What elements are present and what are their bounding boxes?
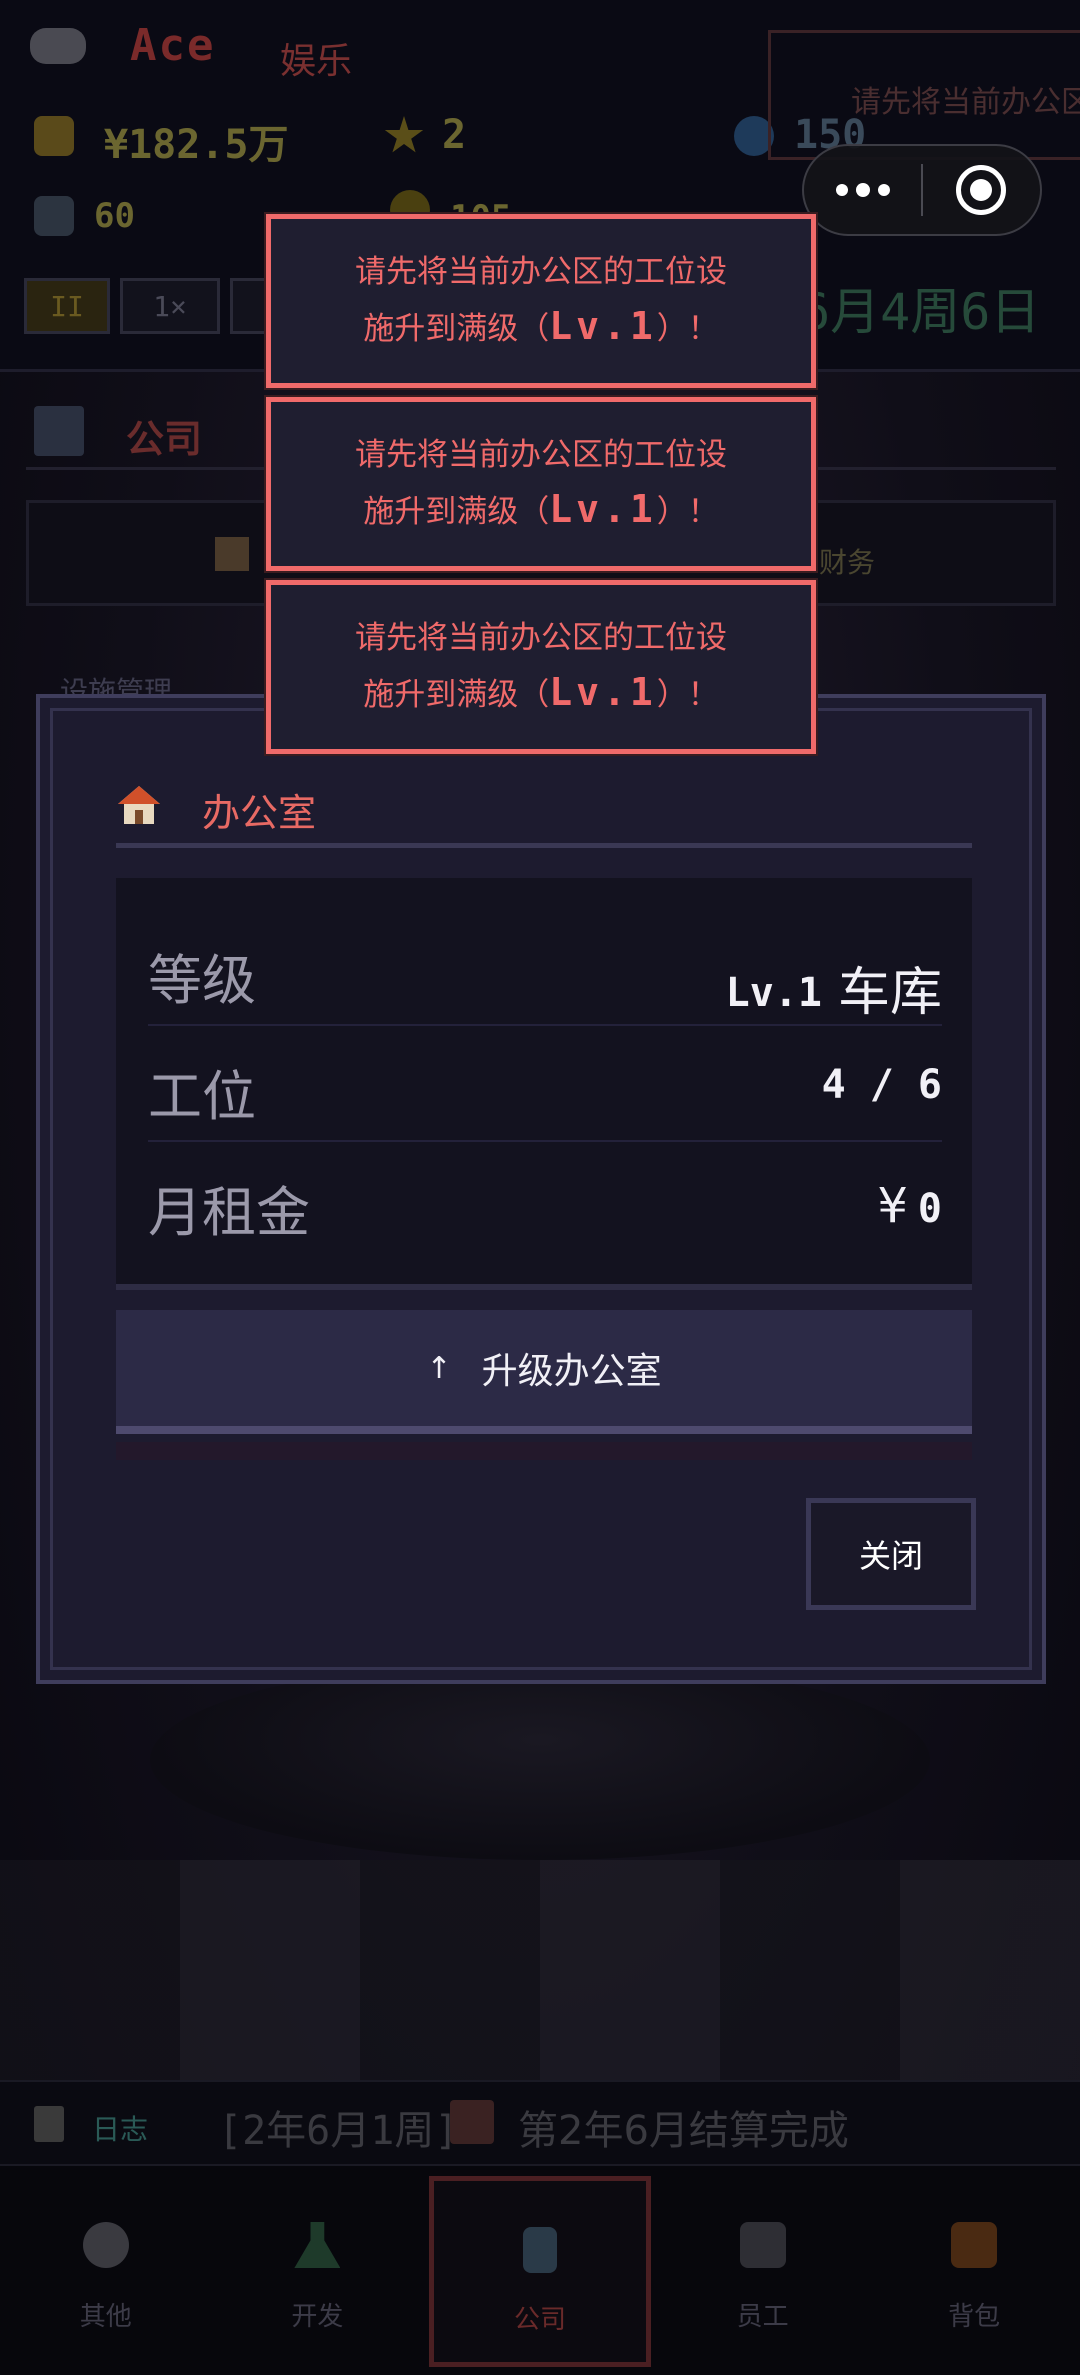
checker-floor [0,1860,1080,2080]
toast-level: Lv.1 [549,487,657,531]
upgrade-label: 升级办公室 [481,1351,662,1392]
arrow-up-icon: ↑ [426,1350,452,1386]
toast-line2-suffix: ）！ [656,311,719,347]
tab-label: 背包 [948,2302,1001,2332]
brand-subtitle: 娱乐 [280,41,353,82]
rent-label: 月租金 [148,1181,310,1244]
target-icon[interactable] [923,146,1040,234]
toast-level: Lv.1 [549,304,657,348]
tools-value: 60 [94,196,135,236]
toast-line2-prefix: 施升到满级（ [363,677,550,713]
toast-level: Lv.1 [549,670,657,714]
subnav-finance[interactable]: 财务 [819,541,875,581]
tab-other[interactable]: 其他 [0,2166,212,2375]
upgrade-office-button[interactable]: ↑ 升级办公室 [116,1310,972,1434]
rent-value-wrap: ¥0 [877,1178,942,1234]
toast-line1: 请先将当前办公区的工位设 [355,254,727,290]
toast-line2-prefix: 施升到满级（ [363,311,550,347]
game-date: 6月4周6日 [800,283,1041,341]
stage-platform [150,1660,930,1860]
building-icon [522,2227,557,2273]
tab-label: 开发 [291,2302,344,2332]
log-time: [2年6月1周] [218,2108,459,2154]
currency-symbol: ¥ [877,1178,908,1234]
toast-message: 请先将当前办公区的工位设 施升到满级（Lv.1）！ [266,580,816,754]
calendar-icon [450,2100,494,2144]
more-dots-icon[interactable] [804,146,921,234]
level-row: 等级 Lv.1 车库 [148,910,942,1026]
upgrade-button-shadow [116,1442,972,1460]
workstation-label: 工位 [148,1065,256,1128]
level-value: Lv.1 [725,970,822,1016]
miniprogram-capsule [802,144,1042,236]
company-title: 公司 [126,417,203,461]
tab-label: 其他 [79,2302,132,2332]
toast-message: 请先将当前办公区的工位设 施升到满级（Lv.1）！ [266,214,816,388]
level-value-wrap: Lv.1 车库 [725,946,942,1023]
speed-1x-button[interactable]: 1× [120,278,220,334]
toast-message: 请先将当前办公区的工位设 施升到满级（Lv.1）！ [266,397,816,571]
rent-row: 月租金 ¥0 [148,1142,942,1258]
tab-company[interactable]: 公司 [429,2176,651,2367]
backpack-icon [951,2222,998,2268]
house-icon[interactable] [215,537,249,571]
toast-line2: 施升到满级（Lv.1）！ [271,299,811,356]
rent-value: 0 [917,1186,942,1232]
office-info-panel: 等级 Lv.1 车库 工位 4 / 6 月租金 ¥0 [116,878,972,1290]
clipboard-icon [34,2106,64,2142]
toast-line1: 请先将当前办公区的工位设 [355,620,727,656]
stars-value: 2 [442,112,467,158]
gamepad-icon [30,28,86,64]
toast-line2: 施升到满级（Lv.1）！ [271,665,811,722]
money-bag-icon [34,116,74,156]
star-icon [384,116,424,153]
staff-icon [739,2222,786,2268]
tab-staff[interactable]: 员工 [657,2166,869,2375]
toast-line2: 施升到满级（Lv.1）！ [271,482,811,539]
workstation-value: 4 / 6 [821,1062,942,1108]
workstation-row: 工位 4 / 6 [148,1026,942,1142]
money-value: ¥182.5万 [104,122,289,168]
building-icon [34,406,84,456]
close-button[interactable]: 关闭 [806,1498,976,1610]
gear-icon [82,2222,129,2268]
level-name: 车库 [837,963,942,1023]
tab-label: 员工 [736,2302,789,2332]
pause-button[interactable]: II [24,278,110,334]
modal-title: 办公室 [202,791,317,835]
tab-backpack[interactable]: 背包 [868,2166,1080,2375]
log-bar[interactable]: 日志 [2年6月1周] 第2年6月结算完成 [0,2080,1080,2166]
app-root: Ace 娱乐 ¥182.5万 2 150 60 105 II 1× 2 6月4周… [0,0,1080,2375]
tab-label: 公司 [513,2305,566,2335]
log-message: 第2年6月结算完成 [518,2108,849,2154]
brand-logo: Ace [130,20,216,71]
toast-line1: 请先将当前办公区的工位设 [355,437,727,473]
level-label: 等级 [148,949,256,1012]
tab-develop[interactable]: 开发 [212,2166,424,2375]
office-modal: 办公室 等级 Lv.1 车库 工位 4 / 6 月租金 ¥0 ↑ 升级办公室 关闭 [36,694,1046,1684]
toast-line2-suffix: ）！ [656,494,719,530]
wrench-icon [34,196,74,236]
bottom-tab-bar: 其他 开发 公司 员工 背包 [0,2166,1080,2375]
log-label: 日志 [92,2113,149,2146]
modal-header: 办公室 [116,778,972,848]
ghost-toast: 请先将当前办公区的工位设施升到满级（Lv.1）！ [768,30,1080,160]
toast-line2-suffix: ）！ [656,677,719,713]
flask-icon [294,2222,341,2268]
house-icon [118,786,160,824]
toast-line2-prefix: 施升到满级（ [363,494,550,530]
